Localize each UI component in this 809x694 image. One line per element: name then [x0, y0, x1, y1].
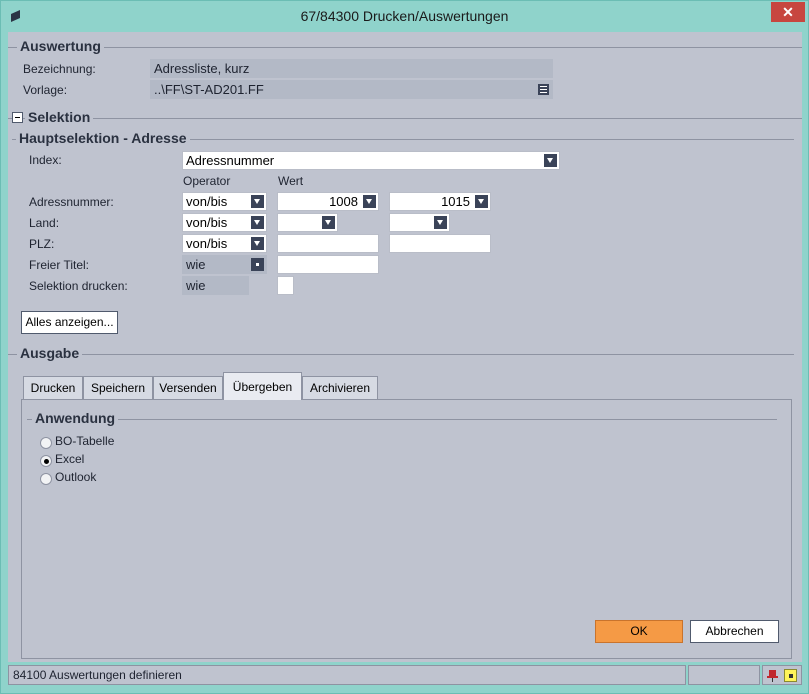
selektion-drucken-label: Selektion drucken: [29, 279, 128, 293]
outlook-radio[interactable] [40, 473, 52, 485]
excel-radio[interactable] [40, 455, 52, 467]
anwendung-section-header: Anwendung [27, 410, 787, 428]
adressnummer-operator-value: von/bis [186, 194, 228, 209]
browse-menu-icon[interactable] [538, 84, 549, 95]
vorlage-field[interactable]: ..\FF\ST-AD201.FF [150, 80, 553, 99]
index-label: Index: [29, 153, 62, 167]
freier-titel-input[interactable] [277, 255, 379, 274]
land-to-select[interactable] [389, 213, 450, 232]
operator-column-header: Operator [183, 174, 231, 188]
vorlage-label: Vorlage: [23, 83, 68, 97]
land-operator-select[interactable]: von/bis [182, 213, 267, 232]
ok-button[interactable]: OK [595, 620, 683, 643]
adressnummer-to-value: 1015 [441, 194, 470, 209]
show-all-button[interactable]: Alles anzeigen... [21, 311, 118, 334]
tab-archivieren[interactable]: Archivieren [302, 376, 378, 399]
excel-label[interactable]: Excel [55, 452, 84, 466]
title-bar[interactable]: 67/84300 Drucken/Auswertungen ✕ [1, 1, 808, 32]
adressnummer-operator-select[interactable]: von/bis [182, 192, 267, 211]
pin-icon[interactable] [766, 669, 779, 682]
index-value: Adressnummer [186, 153, 275, 168]
selektion-heading: Selektion [25, 109, 94, 125]
bo-tabelle-label[interactable]: BO-Tabelle [55, 434, 114, 448]
plz-operator-value: von/bis [186, 236, 228, 251]
note-icon[interactable] [784, 669, 797, 682]
dialog-body: Auswertung Bezeichnung: Adressliste, kur… [8, 32, 802, 662]
adressnummer-to-select[interactable]: 1015 [389, 192, 491, 211]
status-icons [762, 665, 802, 685]
status-bar: 84100 Auswertungen definieren [8, 665, 802, 687]
adressnummer-label: Adressnummer: [29, 195, 114, 209]
chevron-down-icon[interactable] [251, 195, 264, 208]
chevron-down-icon[interactable] [434, 216, 447, 229]
land-operator-value: von/bis [186, 215, 228, 230]
outlook-label[interactable]: Outlook [55, 470, 96, 484]
close-icon: ✕ [782, 4, 794, 20]
auswertung-heading: Auswertung [17, 38, 104, 54]
index-select[interactable]: Adressnummer [182, 151, 560, 170]
plz-to-input[interactable] [389, 234, 491, 253]
collapse-icon[interactable] [12, 112, 23, 123]
selektion-drucken-operator-field: wie [182, 276, 249, 295]
tab-speichern[interactable]: Speichern [83, 376, 153, 399]
selektion-drucken-checkbox[interactable] [277, 276, 294, 295]
bezeichnung-label: Bezeichnung: [23, 62, 96, 76]
selektion-section-header: Selektion [8, 109, 802, 127]
cancel-button[interactable]: Abbrechen [690, 620, 779, 643]
hauptselektion-heading: Hauptselektion - Adresse [16, 130, 190, 146]
chevron-down-icon[interactable] [363, 195, 376, 208]
bezeichnung-field: Adressliste, kurz [150, 59, 553, 78]
options-icon[interactable] [251, 258, 264, 271]
ausgabe-section-header: Ausgabe [8, 345, 802, 363]
freier-titel-operator-value: wie [186, 257, 206, 272]
freier-titel-operator-field[interactable]: wie [182, 255, 267, 274]
adressnummer-from-select[interactable]: 1008 [277, 192, 379, 211]
plz-label: PLZ: [29, 237, 55, 251]
auswertung-section-header: Auswertung [8, 38, 802, 56]
tab-uebergeben[interactable]: Übergeben [223, 372, 302, 400]
window-title: 67/84300 Drucken/Auswertungen [300, 8, 509, 24]
status-cell-empty [688, 665, 760, 685]
ausgabe-heading: Ausgabe [17, 345, 83, 361]
dialog-window: 67/84300 Drucken/Auswertungen ✕ Auswertu… [0, 0, 809, 694]
freier-titel-label: Freier Titel: [29, 258, 90, 272]
tab-versenden[interactable]: Versenden [153, 376, 223, 399]
close-button[interactable]: ✕ [771, 2, 805, 22]
plz-from-input[interactable] [277, 234, 379, 253]
land-label: Land: [29, 216, 60, 230]
status-text: 84100 Auswertungen definieren [8, 665, 686, 685]
bo-tabelle-radio[interactable] [40, 437, 52, 449]
chevron-down-icon[interactable] [322, 216, 335, 229]
adressnummer-from-value: 1008 [329, 194, 358, 209]
chevron-down-icon[interactable] [251, 216, 264, 229]
wert-column-header: Wert [278, 174, 304, 188]
chevron-down-icon[interactable] [475, 195, 488, 208]
tab-drucken[interactable]: Drucken [23, 376, 83, 399]
plz-operator-select[interactable]: von/bis [182, 234, 267, 253]
vorlage-value: ..\FF\ST-AD201.FF [154, 82, 264, 97]
chevron-down-icon[interactable] [544, 154, 557, 167]
hauptselektion-section-header: Hauptselektion - Adresse [12, 130, 802, 148]
uebergeben-tab-panel: Anwendung BO-Tabelle Excel Outlook OK Ab… [21, 399, 792, 659]
chevron-down-icon[interactable] [251, 237, 264, 250]
land-from-select[interactable] [277, 213, 338, 232]
anwendung-heading: Anwendung [32, 410, 119, 426]
